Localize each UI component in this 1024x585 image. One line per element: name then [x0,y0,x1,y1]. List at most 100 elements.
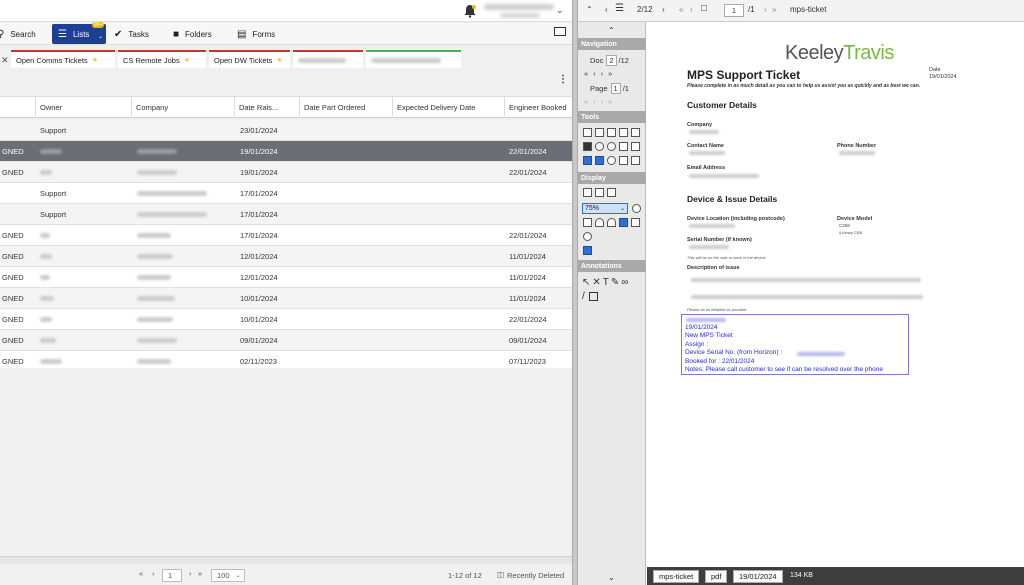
column-header-expected-delivery[interactable]: Expected Delivery Date [393,97,505,118]
magnifier-icon[interactable] [619,218,628,227]
star-icon: ★ [276,57,283,64]
tab-open-dw-tickets[interactable]: Open DW Tickets ★ [209,50,290,68]
rectangle-icon[interactable] [588,292,598,301]
crosshair-icon[interactable] [583,232,592,241]
nav-tasks[interactable]: ✔ Tasks [114,24,149,44]
prev-page-icon[interactable]: ‹ [690,5,693,14]
table-row[interactable]: Support 17/01/2024 [0,204,572,225]
stamp-icon[interactable] [619,156,628,165]
nav-lists[interactable]: ☰ Lists 99+ ⌄ [52,22,106,44]
column-header-date-raised[interactable]: Date Rais... [235,97,300,118]
column-header-engineer-booked[interactable]: Engineer Booked [505,97,572,118]
table-row[interactable]: GNED 19/01/2024 22/01/2024 [0,141,572,162]
table-empty-area [0,368,572,558]
line-icon[interactable]: / [582,291,585,302]
first-page-icon[interactable]: « [139,569,143,578]
viewer-page-input[interactable]: 1 [724,4,744,17]
pen-tool-icon[interactable] [595,128,604,137]
column-header-date-part-ordered[interactable]: Date Part Ordered [300,97,393,118]
column-header-owner[interactable]: Owner [36,97,132,118]
user-name[interactable] [484,4,554,10]
tag-date[interactable]: 19/01/2024 [733,570,783,583]
cell-company [137,288,232,308]
doc-input[interactable]: 2 [606,55,617,66]
rotate-right-icon[interactable] [607,218,616,227]
next-page-icon[interactable]: › [764,5,767,14]
viewer-doc-name: mps-ticket [790,5,827,14]
redacted-text [40,253,52,259]
pan-tool-icon[interactable] [583,156,592,165]
select-text-icon[interactable] [595,156,604,165]
screen-icon[interactable] [554,27,566,36]
tab-redacted[interactable] [366,50,461,68]
link-icon[interactable] [631,156,640,165]
fit-page-icon[interactable] [583,188,592,197]
table-row[interactable]: GNED 17/01/2024 22/01/2024 [0,225,572,246]
column-header-status[interactable] [0,97,36,118]
draw-icon[interactable] [583,246,592,255]
chevron-up-icon[interactable]: ⌃ [586,5,593,14]
layers-icon[interactable]: ☰ [615,3,624,14]
next-doc-icon[interactable]: › [662,5,665,14]
chevron-down-icon[interactable]: ⌄ [608,573,615,582]
cell-status: GNED [2,251,24,261]
page-view-icon[interactable] [619,142,628,151]
cell-status: GNED [2,272,24,282]
tab-open-comms-tickets[interactable]: Open Comms Tickets ★ [11,50,115,68]
first-page-icon[interactable]: « [679,5,683,14]
table-row[interactable]: GNED 10/01/2024 11/01/2024 [0,288,572,309]
tag-doc-name[interactable]: mps-ticket [653,570,700,583]
select-tool-icon[interactable] [583,128,592,137]
page-input[interactable]: 1 [610,83,621,94]
table-row[interactable]: GNED 09/01/2024 09/01/2024 [0,330,572,351]
tab-cs-remote-jobs[interactable]: CS Remote Jobs ★ [118,50,206,68]
zoom-select[interactable]: 75% ⌄ [582,203,628,214]
page-number[interactable]: 1 [162,569,182,582]
actual-size-icon[interactable] [607,188,616,197]
chevron-up-icon[interactable]: ⌃ [608,26,615,35]
grid-icon[interactable] [583,142,592,151]
doc-nav-arrows[interactable]: «‹›» [584,69,652,78]
nav-forms[interactable]: ▤ Forms [237,24,275,44]
bell-icon[interactable] [463,4,477,18]
single-page-icon[interactable] [583,218,592,227]
nav-folders[interactable]: ■ Folders [173,24,212,44]
last-page-icon[interactable]: » [772,5,776,14]
annotation-tools-2[interactable]: / [582,291,650,302]
copy-icon[interactable] [631,142,640,151]
horizontal-scrollbar[interactable] [0,556,572,564]
annotation-tools[interactable]: ↖✕T✎∞ [582,277,650,288]
more-options-icon[interactable]: ⋮ [558,74,568,85]
table-row[interactable]: GNED 19/01/2024 22/01/2024 [0,162,572,183]
table-row[interactable]: Support 23/01/2024 [0,120,572,141]
tag-file-type[interactable]: pdf [705,570,728,583]
cell-company [137,120,232,140]
prev-doc-icon[interactable]: ‹ [605,5,608,14]
chevron-down-icon[interactable]: ⌄ [556,5,564,16]
table-row[interactable]: GNED 12/01/2024 11/01/2024 [0,246,572,267]
nav-search[interactable]: ⚲ Search [0,24,36,44]
recently-deleted-link[interactable]: Recently Deleted [507,571,564,580]
page-size-select[interactable]: 100 ⌄ [211,569,245,582]
print-icon[interactable] [607,128,616,137]
page-nav-arrows[interactable]: «‹›» [584,97,652,106]
last-page-icon[interactable]: » [198,569,202,578]
chevron-down-icon: ⌄ [98,34,104,40]
tab-redacted[interactable] [293,50,363,68]
zoom-icon[interactable] [595,142,604,151]
table-row[interactable]: Support 17/01/2024 [0,183,572,204]
export-icon[interactable] [619,128,628,137]
text-tool-icon[interactable] [631,218,640,227]
fit-width-icon[interactable] [595,188,604,197]
prev-page-icon[interactable]: ‹ [152,569,155,578]
search-icon[interactable] [632,204,641,213]
table-row[interactable]: GNED 10/01/2024 22/01/2024 [0,309,572,330]
model-label: Device Model [837,216,873,222]
zoom-out-icon[interactable] [607,142,616,151]
table-row[interactable]: GNED 12/01/2024 11/01/2024 [0,267,572,288]
camera-icon[interactable] [631,128,640,137]
rotate-icon[interactable] [607,156,616,165]
rotate-left-icon[interactable] [595,218,604,227]
next-page-icon[interactable]: › [189,569,192,578]
column-header-company[interactable]: Company [132,97,235,118]
